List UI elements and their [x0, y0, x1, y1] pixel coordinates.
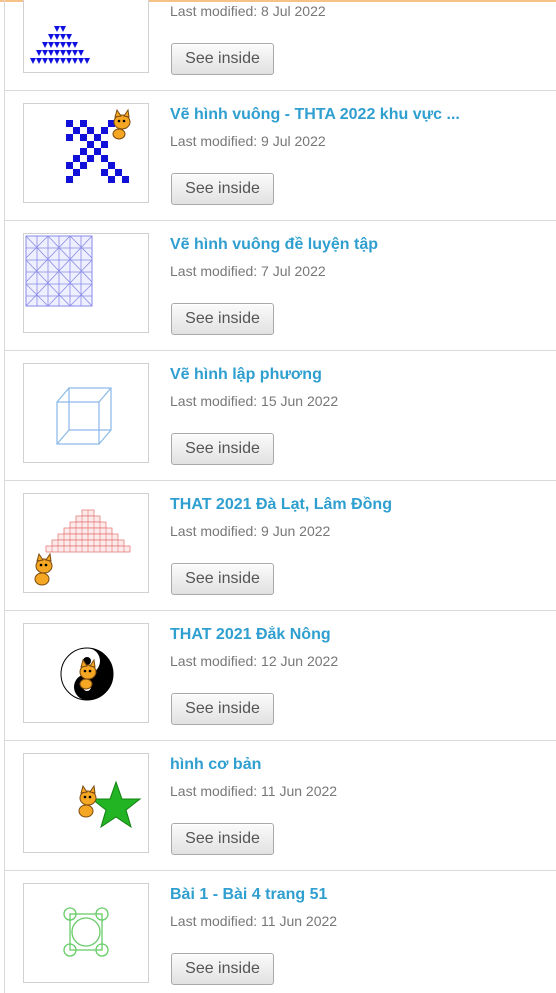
- project-title[interactable]: Vẽ hình vuông - THTA 2022 khu vực ...: [170, 106, 490, 124]
- see-inside-button[interactable]: See inside: [171, 563, 274, 595]
- last-modified: Last modified: 11 Jun 2022: [170, 913, 338, 929]
- project-row: Bài 1 - Bài 4 trang 51 Last modified: 11…: [5, 871, 556, 993]
- project-thumbnail[interactable]: [23, 493, 149, 593]
- last-modified: Last modified: 11 Jun 2022: [170, 783, 338, 799]
- red-grid-pyramid-icon: [34, 509, 131, 586]
- project-thumbnail[interactable]: [23, 753, 149, 853]
- last-modified: Last modified: 8 Jul 2022: [170, 3, 326, 19]
- see-inside-button[interactable]: See inside: [171, 433, 274, 465]
- project-title[interactable]: Vẽ hình lập phương: [170, 366, 490, 384]
- see-inside-button[interactable]: See inside: [171, 173, 274, 205]
- last-modified: Last modified: 9 Jun 2022: [170, 523, 331, 539]
- see-inside-button[interactable]: See inside: [171, 303, 274, 335]
- project-title[interactable]: THAT 2021 Đắk Nông: [170, 626, 490, 644]
- project-row: Last modified: 8 Jul 2022 See inside: [5, 0, 556, 91]
- last-modified: Last modified: 7 Jul 2022: [170, 263, 326, 279]
- project-row: Vẽ hình lập phương Last modified: 15 Jun…: [5, 351, 556, 481]
- project-thumbnail[interactable]: [23, 0, 149, 73]
- project-row: THAT 2021 Đà Lạt, Lâm Đồng Last modified…: [5, 481, 556, 611]
- see-inside-button[interactable]: See inside: [171, 823, 274, 855]
- project-title[interactable]: Vẽ hình vuông đề luyện tập: [170, 236, 490, 254]
- project-thumbnail[interactable]: [23, 103, 149, 203]
- green-circles-square-icon: [63, 907, 109, 957]
- see-inside-button[interactable]: See inside: [171, 43, 274, 75]
- green-star-icon: [78, 780, 142, 829]
- project-title[interactable]: Bài 1 - Bài 4 trang 51: [170, 886, 490, 904]
- project-row: Vẽ hình vuông - THTA 2022 khu vực ... La…: [5, 91, 556, 221]
- see-inside-button[interactable]: See inside: [171, 693, 274, 725]
- see-inside-button[interactable]: See inside: [171, 953, 274, 985]
- last-modified: Last modified: 9 Jul 2022: [170, 133, 326, 149]
- last-modified: Last modified: 15 Jun 2022: [170, 393, 339, 409]
- blue-triangle-pattern-icon: [30, 26, 90, 64]
- project-list-page: Last modified: 8 Jul 2022 See inside Vẽ …: [0, 0, 556, 993]
- project-thumbnail[interactable]: [23, 883, 149, 983]
- yin-yang-icon: [60, 647, 114, 701]
- project-title[interactable]: hình cơ bản: [170, 756, 490, 774]
- project-row: hình cơ bản Last modified: 11 Jun 2022 S…: [5, 741, 556, 871]
- cat-sprite-icon: [112, 108, 131, 140]
- project-thumbnail[interactable]: [23, 623, 149, 723]
- project-thumbnail[interactable]: [23, 363, 149, 463]
- last-modified: Last modified: 12 Jun 2022: [170, 653, 339, 669]
- project-title[interactable]: THAT 2021 Đà Lạt, Lâm Đồng: [170, 496, 490, 514]
- blue-grid-lattice-icon: [25, 235, 93, 307]
- cat-sprite-icon: [78, 784, 97, 818]
- wireframe-cube-icon: [56, 387, 112, 445]
- project-list: Last modified: 8 Jul 2022 See inside Vẽ …: [5, 0, 556, 993]
- project-row: Vẽ hình vuông đề luyện tập Last modified…: [5, 221, 556, 351]
- blue-checker-x-icon: [66, 108, 131, 183]
- cat-sprite-icon: [34, 552, 53, 586]
- project-thumbnail[interactable]: [23, 233, 149, 333]
- project-row: THAT 2021 Đắk Nông Last modified: 12 Jun…: [5, 611, 556, 741]
